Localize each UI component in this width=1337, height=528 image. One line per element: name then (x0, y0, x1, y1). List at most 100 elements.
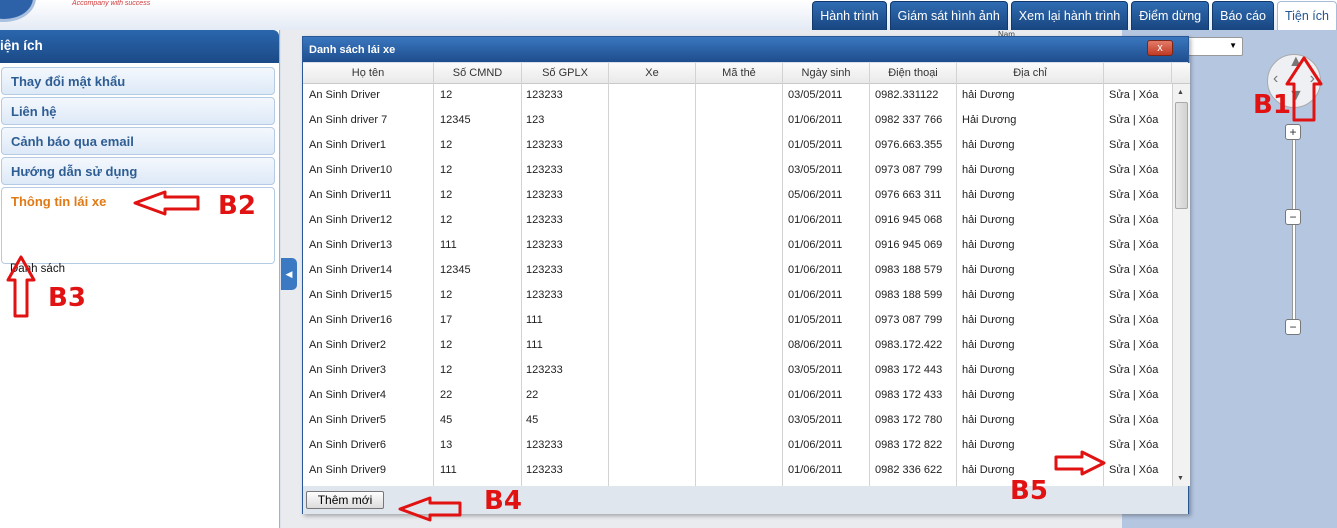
table-row[interactable]: An Sinh Driver15 12 123233 01/06/2011 0983 1… (303, 287, 1172, 312)
table-cell (700, 412, 783, 437)
table-row[interactable]: An Sinh Driver11 12 123233 05/06/2011 0976 6… (303, 187, 1172, 212)
table-row[interactable]: An Sinh driver 7 12345 123 01/06/2011 0982 3… (303, 112, 1172, 137)
edit-delete-links[interactable]: Sửa | Xóa (1109, 162, 1172, 187)
table-row[interactable]: An Sinh Driver2 12 111 08/06/2011 0983.172.4… (303, 337, 1172, 362)
edit-delete-links[interactable]: Sửa | Xóa (1109, 287, 1172, 312)
edit-delete-links[interactable]: Sửa | Xóa (1109, 137, 1172, 162)
table-cell: 12 (440, 89, 453, 101)
table-cell: An Sinh Driver10 (309, 164, 393, 176)
table-cell: 05/06/2011 (788, 189, 843, 201)
close-button[interactable]: x (1147, 40, 1173, 56)
main-tabs: Hành trình Giám sát hình ảnh Xem lại hành … (812, 0, 1337, 30)
edit-delete-links[interactable]: Sửa | Xóa (1109, 212, 1172, 237)
tab-utilities[interactable]: Tiện ích (1276, 1, 1337, 30)
top-header: Accompany with success Hành trình Giám sá… (0, 0, 1337, 30)
table-cell: 03/05/2011 (788, 89, 843, 101)
column-header[interactable]: Điện thoại (870, 63, 957, 84)
table-cell (700, 137, 783, 162)
table-cell (700, 312, 783, 337)
table-cell: 12345 (440, 264, 471, 276)
table-cell: An Sinh Driver13 (309, 239, 393, 251)
table-cell: hải Dương (962, 339, 1015, 351)
table-cell (700, 162, 783, 187)
edit-delete-links[interactable]: Sửa | Xóa (1109, 462, 1172, 487)
column-header[interactable]: Số GPLX (522, 63, 609, 84)
tab-route[interactable]: Hành trình (812, 1, 887, 30)
sidebar-item-user-guide[interactable]: Hướng dẫn sử dụng (1, 157, 275, 185)
add-new-button[interactable]: Thêm mới (306, 491, 384, 509)
scroll-up-icon[interactable]: ▲ (1177, 89, 1184, 96)
table-cell: hải Dương (962, 314, 1015, 326)
table-row[interactable]: An Sinh Driver 12 123233 03/05/2011 0982.331… (303, 87, 1172, 112)
pan-left-icon[interactable]: ‹ (1273, 70, 1278, 88)
zoom-slider[interactable] (1292, 127, 1296, 327)
table-cell: 123 (526, 114, 545, 126)
table-row[interactable]: An Sinh Driver12 12 123233 01/06/2011 0916 9… (303, 212, 1172, 237)
table-row[interactable]: An Sinh Driver14 12345 123233 01/06/2011 098… (303, 262, 1172, 287)
edit-delete-links[interactable]: Sửa | Xóa (1109, 412, 1172, 437)
table-row[interactable]: An Sinh Driver6 13 123233 01/06/2011 0983 17… (303, 437, 1172, 462)
table-cell: 123233 (526, 239, 563, 251)
sidebar-item-email-alert[interactable]: Cảnh báo qua email (1, 127, 275, 155)
edit-delete-links[interactable]: Sửa | Xóa (1109, 87, 1172, 112)
table-cell: An Sinh Driver16 (309, 314, 393, 326)
tab-image-monitoring[interactable]: Giám sát hình ảnh (889, 1, 1008, 30)
column-header[interactable]: Xe (609, 63, 696, 84)
zoom-in-button[interactable]: + (1285, 124, 1301, 140)
table-cell: 01/05/2011 (788, 314, 843, 326)
table-cell (613, 462, 696, 487)
table-cell: 45 (440, 414, 453, 426)
map-layer-select[interactable]: ▼ (1185, 37, 1243, 56)
column-header[interactable]: Ngày sinh (783, 63, 870, 84)
pan-up-icon[interactable]: ▲ (1288, 53, 1304, 71)
table-row[interactable]: An Sinh Driver4 22 22 01/06/2011 0983 172 43… (303, 387, 1172, 412)
table-cell (613, 312, 696, 337)
zoom-out-button[interactable]: − (1285, 319, 1301, 335)
sidebar-item-change-password[interactable]: Thay đổi mật khẩu (1, 67, 275, 95)
edit-delete-links[interactable]: Sửa | Xóa (1109, 387, 1172, 412)
column-header[interactable]: Mã thẻ (696, 63, 783, 84)
table-cell: 12345 (440, 114, 471, 126)
edit-delete-links[interactable]: Sửa | Xóa (1109, 112, 1172, 137)
table-row[interactable]: An Sinh Driver13 111 123233 01/06/2011 0916 … (303, 237, 1172, 262)
edit-delete-links[interactable]: Sửa | Xóa (1109, 187, 1172, 212)
table-cell (700, 112, 783, 137)
sidebar-subitem-driver-list[interactable]: Danh sách (10, 263, 65, 275)
table-row[interactable]: An Sinh Driver16 17 111 01/05/2011 0973 087 … (303, 312, 1172, 337)
edit-delete-links[interactable]: Sửa | Xóa (1109, 437, 1172, 462)
column-header[interactable]: Số CMND (434, 63, 522, 84)
column-header[interactable]: Họ tên (303, 63, 434, 84)
edit-delete-links[interactable]: Sửa | Xóa (1109, 312, 1172, 337)
table-cell: 17 (440, 314, 453, 326)
table-cell: hải Dương (962, 214, 1015, 226)
table-cell: 12 (440, 289, 453, 301)
table-row[interactable]: An Sinh Driver1 12 123233 01/05/2011 0976.66… (303, 137, 1172, 162)
table-cell: 01/06/2011 (788, 214, 843, 226)
tab-route-playback[interactable]: Xem lại hành trình (1010, 1, 1129, 30)
edit-delete-links[interactable]: Sửa | Xóa (1109, 337, 1172, 362)
edit-delete-links[interactable]: Sửa | Xóa (1109, 237, 1172, 262)
table-cell (613, 187, 696, 212)
scroll-down-icon[interactable]: ▼ (1177, 475, 1184, 482)
table-row[interactable]: An Sinh Driver3 12 123233 03/05/2011 0983 17… (303, 362, 1172, 387)
sidebar-item-contact[interactable]: Liên hệ (1, 97, 275, 125)
scrollbar-thumb[interactable] (1175, 102, 1188, 209)
table-cell: 01/06/2011 (788, 439, 843, 451)
column-header[interactable]: Địa chỉ (957, 63, 1104, 84)
table-cell: 0983 188 579 (875, 264, 943, 276)
column-header[interactable] (1104, 63, 1172, 84)
pan-right-icon[interactable]: › (1310, 70, 1315, 88)
table-cell: An Sinh Driver12 (309, 214, 393, 226)
table-cell: An Sinh Driver1 (309, 139, 387, 151)
edit-delete-links[interactable]: Sửa | Xóa (1109, 362, 1172, 387)
tab-reports[interactable]: Báo cáo (1212, 1, 1274, 30)
zoom-handle[interactable]: − (1285, 209, 1301, 225)
vertical-scrollbar[interactable]: ▲ ▼ (1172, 84, 1190, 486)
table-row[interactable]: An Sinh Driver10 12 123233 03/05/2011 0973 0… (303, 162, 1172, 187)
sidebar-collapse-button[interactable]: ◀ (281, 258, 297, 290)
table-row[interactable]: An Sinh Driver5 45 45 03/05/2011 0983 172 78… (303, 412, 1172, 437)
table-cell (700, 212, 783, 237)
edit-delete-links[interactable]: Sửa | Xóa (1109, 262, 1172, 287)
tab-stop-points[interactable]: Điểm dừng (1131, 1, 1210, 30)
sidebar: iện ích Thay đổi mật khẩu Liên hệ Cảnh b… (0, 30, 280, 528)
